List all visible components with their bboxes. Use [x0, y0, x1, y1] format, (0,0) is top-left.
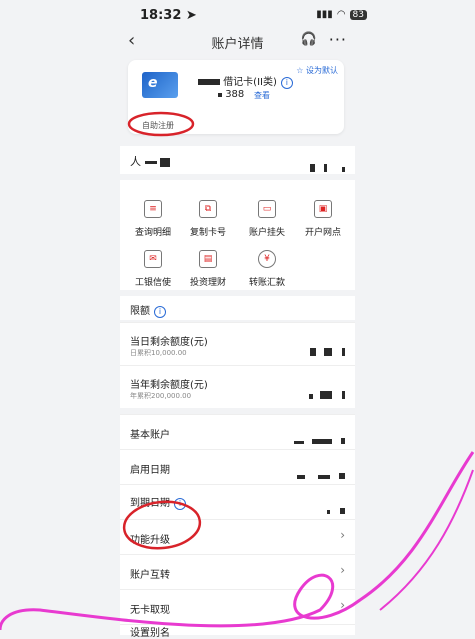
grid-item-report-loss[interactable]: ▭ 账户挂失: [238, 200, 296, 238]
open-date-row: 启用日期: [120, 449, 355, 484]
grid-item-copy-card[interactable]: ⧉ 复制卡号: [179, 200, 237, 238]
basic-account-value-masked: [293, 429, 345, 448]
yearly-limit-value-masked: [308, 384, 345, 403]
yearly-limit-row: 当年剩余额度(元) 年累积200,000.00: [120, 365, 355, 408]
card-logo: e: [142, 72, 178, 98]
copy-icon: ⧉: [199, 200, 217, 218]
wifi-icon: ◠: [336, 9, 346, 20]
location-icon: ➤: [185, 8, 197, 23]
clock: 18:32 ➤: [140, 8, 197, 23]
set-default-button[interactable]: ☆ 设为默认: [296, 65, 338, 76]
view-button[interactable]: 查看: [254, 90, 270, 101]
status-bar: 18:32 ➤ ▮▮▮ ◠ 83: [0, 0, 475, 32]
limits-header: 限额 i: [120, 296, 355, 320]
nav-bar: ‹ 账户详情 🎧 ···: [120, 30, 355, 54]
mail-icon: ✉: [144, 250, 162, 268]
expire-date-row: 到期日期 i: [120, 484, 355, 519]
owner-value-masked: [309, 157, 345, 176]
grid-item-invest[interactable]: ▤ 投资理财: [179, 250, 237, 288]
signal-icon: ▮▮▮: [316, 9, 333, 20]
owner-label: 人: [130, 153, 170, 169]
grid-item-transfer[interactable]: ¥ 转账汇款: [238, 250, 296, 288]
info-icon[interactable]: i: [280, 77, 293, 89]
card-type: 借记卡(II类) i: [198, 73, 293, 89]
basic-account-row: 基本账户: [120, 414, 355, 449]
open-date-value-masked: [296, 464, 345, 483]
chevron-right-icon: ›: [340, 563, 345, 577]
daily-limit-row: 当日剩余额度(元) 日累积10,000.00: [120, 322, 355, 365]
expire-date-value-masked: [326, 499, 345, 518]
branch-icon: ▣: [314, 200, 332, 218]
grid-item-query-details[interactable]: ≡ 查询明细: [124, 200, 182, 238]
status-icons: ▮▮▮ ◠ 83: [316, 9, 367, 20]
upgrade-row[interactable]: 功能升级 ›: [120, 519, 355, 554]
cardless-withdraw-row[interactable]: 无卡取现 ›: [120, 589, 355, 624]
account-owner-row: 人: [120, 146, 355, 174]
grid-item-branch[interactable]: ▣ 开户网点: [294, 200, 352, 238]
report-loss-icon: ▭: [258, 200, 276, 218]
phone-screen: 18:32 ➤ ▮▮▮ ◠ 83 ‹ 账户详情 🎧 ··· e 借记卡(II类)…: [0, 0, 475, 639]
transfer-icon: ¥: [258, 250, 276, 268]
battery-icon: 83: [349, 9, 367, 20]
account-transfer-row[interactable]: 账户互转 ›: [120, 554, 355, 589]
document-icon: ≡: [144, 200, 162, 218]
masked-bank-name: [198, 79, 220, 85]
headset-icon[interactable]: 🎧: [301, 32, 317, 47]
pink-scribble-2: [379, 469, 474, 611]
more-icon[interactable]: ···: [329, 30, 347, 49]
info-icon[interactable]: i: [174, 498, 186, 510]
card-number: 388: [218, 89, 244, 100]
invest-icon: ▤: [199, 250, 217, 268]
chevron-right-icon: ›: [340, 528, 345, 542]
grid-item-messenger[interactable]: ✉ 工银信使: [124, 250, 182, 288]
info-icon[interactable]: i: [154, 306, 166, 318]
page-title: 账户详情: [211, 37, 264, 52]
self-register-label[interactable]: 自助注册: [142, 120, 174, 131]
daily-limit-value-masked: [309, 341, 345, 360]
account-card[interactable]: e 借记卡(II类) i 388 查看 ☆ 设为默认 自助注册: [128, 60, 344, 134]
set-alias-row[interactable]: 设置别名: [120, 624, 355, 639]
chevron-right-icon: ›: [340, 598, 345, 612]
star-icon: ☆: [296, 66, 304, 75]
function-grid: ≡ 查询明细 ⧉ 复制卡号 ▭ 账户挂失 ▣ 开户网点 ✉ 工银信使 ▤ 投资理…: [120, 180, 355, 290]
